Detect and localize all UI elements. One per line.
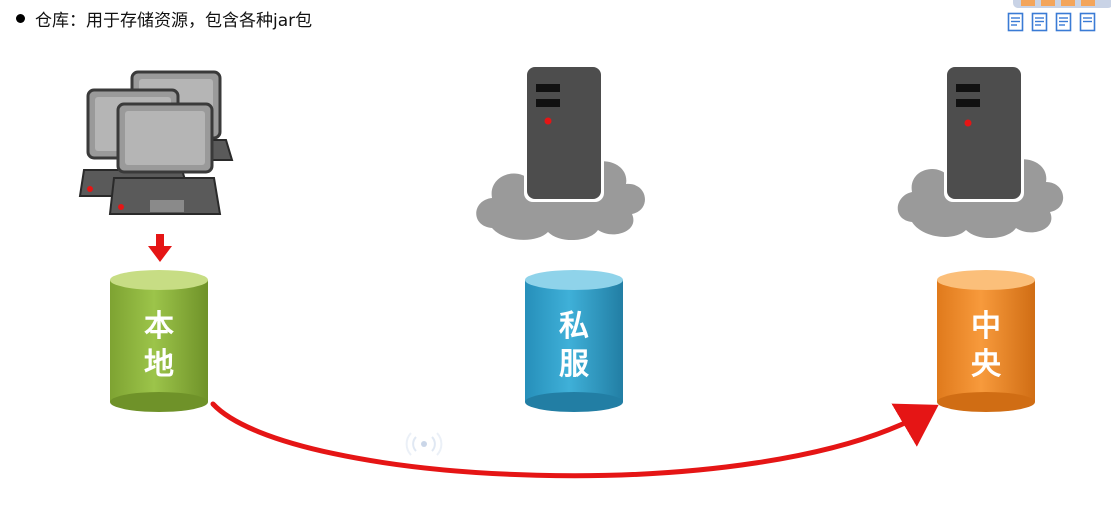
label-char: 央 [971, 347, 1001, 382]
local-repository-label: 本 地 [129, 308, 189, 384]
central-repository-label: 中 央 [956, 308, 1016, 384]
label-char: 私 [559, 309, 589, 344]
slide-canvas: 仓库：用于存储资源，包含各种jar包 本 地 私 服 中 央 [0, 0, 1111, 515]
private-repository-label: 私 服 [544, 308, 604, 384]
diagram-graphics [78, 64, 1064, 479]
private-server-group [476, 64, 645, 241]
local-to-central-arrow [210, 401, 939, 479]
label-char: 服 [559, 347, 589, 382]
audio-indicator-icon [405, 432, 443, 456]
label-char: 中 [971, 309, 1001, 344]
label-char: 本 [144, 309, 174, 344]
down-arrow-icon [148, 234, 172, 262]
central-server-group [897, 64, 1064, 239]
server-tower-icon [524, 64, 604, 202]
label-char: 地 [144, 347, 174, 382]
server-tower-icon [944, 64, 1024, 202]
desktop-computers-icon [78, 70, 234, 215]
